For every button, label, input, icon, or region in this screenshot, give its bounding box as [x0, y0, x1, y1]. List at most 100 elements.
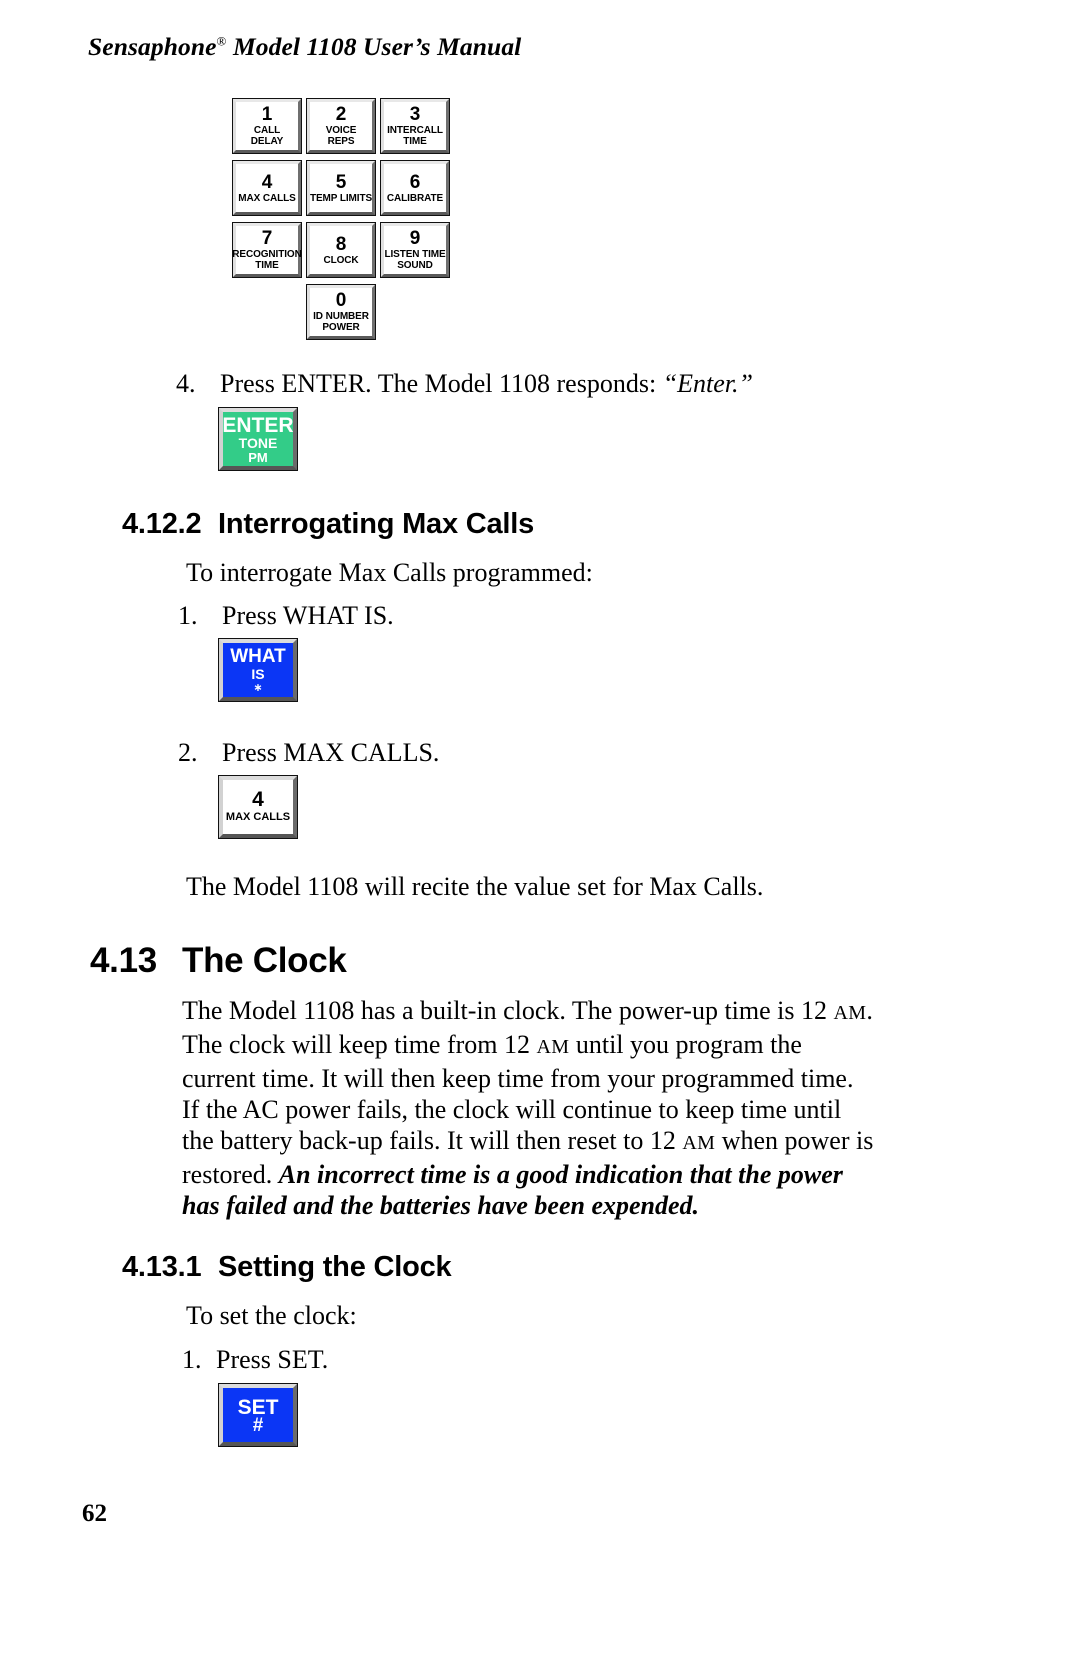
set-key[interactable]: SET # — [218, 1383, 298, 1447]
heading-4-13: 4.13 The Clock — [90, 941, 347, 981]
intro-set-the-clock: To set the clock: — [186, 1301, 357, 1330]
keypad-key-9-digit: 9 — [409, 228, 421, 249]
max-calls-key-label: MAX CALLS — [225, 811, 291, 823]
heading-4-13-number: 4.13 — [90, 941, 157, 980]
keypad-key-5-label-1: TEMP LIMITS — [309, 192, 373, 204]
keypad-key-4-label-1: MAX CALLS — [238, 192, 296, 204]
heading-4-12-2: 4.12.2 Interrogating Max Calls — [122, 508, 534, 541]
keypad-key-0[interactable]: 0 ID NUMBER POWER — [306, 284, 376, 340]
keypad-key-6[interactable]: 6 CALIBRATE — [380, 160, 450, 216]
keypad-key-4-digit: 4 — [261, 171, 273, 193]
keypad-key-1-label-2: DELAY — [250, 136, 284, 147]
heading-4-12-2-number: 4.12.2 — [122, 508, 202, 540]
keypad-key-3-digit: 3 — [409, 104, 421, 125]
step-1-set-text: Press SET. — [216, 1345, 329, 1374]
keypad-key-7-label-2: TIME — [255, 260, 279, 271]
paragraph-run: The clock will keep time from 12 — [182, 1030, 537, 1059]
step-2-number: 2. — [178, 738, 198, 767]
sensaphone-keypad-diagram: 1 CALL DELAY 2 VOICE REPS 3 INTERCALL TIME 4 MAX C… — [232, 98, 457, 340]
keypad-key-1-label-1: CALL — [253, 125, 281, 136]
paragraph-the-clock: The Model 1108 has a built-in clock. The… — [182, 995, 902, 1221]
closing-max-calls: The Model 1108 will recite the value set… — [186, 872, 764, 901]
enter-key-label: ENTER — [222, 413, 294, 437]
step-4-quote: “Enter.” — [662, 369, 753, 398]
keypad-key-8[interactable]: 8 CLOCK — [306, 222, 376, 278]
keypad-key-9[interactable]: 9 LISTEN TIME SOUND — [380, 222, 450, 278]
keypad-key-1-digit: 1 — [261, 104, 273, 125]
paragraph-run: The Model 1108 has a built-in clock. The… — [182, 996, 834, 1025]
step-4-text: Press ENTER. The Model 1108 responds: — [220, 369, 663, 398]
keypad-key-2-digit: 2 — [335, 104, 347, 125]
heading-4-13-1: 4.13.1 Setting the Clock — [122, 1251, 452, 1284]
manual-page: Sensaphone® Model 1108 User’s Manual 1 CA… — [0, 0, 1080, 1669]
max-calls-key-digit: 4 — [252, 788, 264, 811]
keypad-key-7[interactable]: 7 RECOGNITION TIME — [232, 222, 302, 278]
paragraph-run: AM — [536, 1036, 570, 1058]
keypad-key-5[interactable]: 5 TEMP LIMITS — [306, 160, 376, 216]
step-1-press-set: 1. Press SET. — [182, 1344, 328, 1375]
step-2-press-max-calls: 2. Press MAX CALLS. — [178, 737, 439, 768]
enter-key-pm-label: PM — [248, 449, 268, 465]
heading-4-13-title: The Clock — [182, 941, 347, 980]
step-1-press-what-is: 1. Press WHAT IS. — [178, 600, 394, 631]
step-4-number: 4. — [176, 369, 196, 398]
paragraph-line: restored. An incorrect time is a good in… — [182, 1159, 902, 1190]
paragraph-line: current time. It will then keep time fro… — [182, 1063, 902, 1094]
paragraph-line: The Model 1108 has a built-in clock. The… — [182, 995, 902, 1029]
registered-mark-icon: ® — [216, 33, 227, 49]
paragraph-run: AM — [833, 1002, 867, 1024]
keypad-key-2-label-2: REPS — [327, 136, 355, 147]
keypad-key-0-label-2: POWER — [322, 322, 360, 333]
keypad-key-9-label-2: SOUND — [397, 260, 433, 271]
set-key-hash-label: # — [252, 1415, 264, 1436]
step-1-text: Press WHAT IS. — [222, 601, 394, 630]
paragraph-run: the battery back-up fails. It will then … — [182, 1126, 683, 1155]
paragraph-run: current time. It will then keep time fro… — [182, 1064, 854, 1093]
keypad-key-2-label-1: VOICE — [325, 125, 357, 136]
paragraph-line: the battery back-up fails. It will then … — [182, 1125, 902, 1159]
keypad-key-2[interactable]: 2 VOICE REPS — [306, 98, 376, 154]
paragraph-run: AM — [682, 1132, 716, 1154]
keypad-key-7-label-1: RECOGNITION — [232, 249, 302, 260]
step-1-set-number: 1. — [182, 1345, 202, 1374]
paragraph-line: The clock will keep time from 12 AM unti… — [182, 1029, 902, 1063]
keypad-key-4[interactable]: 4 MAX CALLS — [232, 160, 302, 216]
keypad-key-3-label-2: TIME — [403, 136, 427, 147]
what-is-key-label: WHAT — [230, 645, 286, 667]
paragraph-line: has failed and the batteries have been e… — [182, 1190, 902, 1221]
what-is-key-star-icon: ∗ — [253, 681, 263, 694]
keypad-key-5-digit: 5 — [335, 171, 347, 193]
keypad-key-8-digit: 8 — [335, 233, 347, 255]
keypad-key-3[interactable]: 3 INTERCALL TIME — [380, 98, 450, 154]
heading-4-13-1-number: 4.13.1 — [122, 1251, 202, 1283]
step-1-number: 1. — [178, 601, 198, 630]
step-2-text: Press MAX CALLS. — [222, 738, 440, 767]
enter-key[interactable]: ENTER TONE PM — [218, 407, 298, 471]
keypad-key-0-label-1: ID NUMBER — [313, 311, 369, 322]
paragraph-run: An incorrect time is a good indication t… — [278, 1160, 843, 1189]
keypad-key-9-label-1: LISTEN TIME — [384, 249, 446, 260]
keypad-key-0-digit: 0 — [335, 290, 347, 311]
page-number: 62 — [82, 1500, 107, 1527]
max-calls-key[interactable]: 4 MAX CALLS — [218, 775, 298, 839]
paragraph-run: until you program the — [569, 1030, 802, 1059]
paragraph-run: when power is — [715, 1126, 874, 1155]
running-header: Sensaphone® Model 1108 User’s Manual — [88, 32, 521, 62]
enter-key-tone-label: TONE — [238, 434, 278, 451]
running-header-subtitle: Model 1108 User’s Manual — [226, 32, 522, 61]
keypad-key-6-digit: 6 — [409, 171, 421, 193]
what-is-key[interactable]: WHAT IS ∗ — [218, 638, 298, 702]
keypad-key-3-label-1: INTERCALL — [387, 125, 443, 136]
step-4-press-enter: 4. Press ENTER. The Model 1108 responds: … — [176, 368, 753, 399]
keypad-key-7-digit: 7 — [261, 228, 273, 249]
paragraph-run: . — [866, 996, 873, 1025]
heading-4-12-2-title: Interrogating Max Calls — [218, 508, 535, 540]
paragraph-run: has failed and the batteries have been e… — [182, 1191, 700, 1220]
keypad-key-6-label-1: CALIBRATE — [386, 192, 444, 204]
keypad-key-8-label-1: CLOCK — [323, 254, 359, 266]
keypad-key-1[interactable]: 1 CALL DELAY — [232, 98, 302, 154]
heading-4-13-1-title: Setting the Clock — [218, 1251, 452, 1283]
paragraph-run: restored. — [182, 1160, 279, 1189]
paragraph-run: If the AC power fails, the clock will co… — [182, 1095, 842, 1124]
running-header-title: Sensaphone — [88, 32, 217, 61]
